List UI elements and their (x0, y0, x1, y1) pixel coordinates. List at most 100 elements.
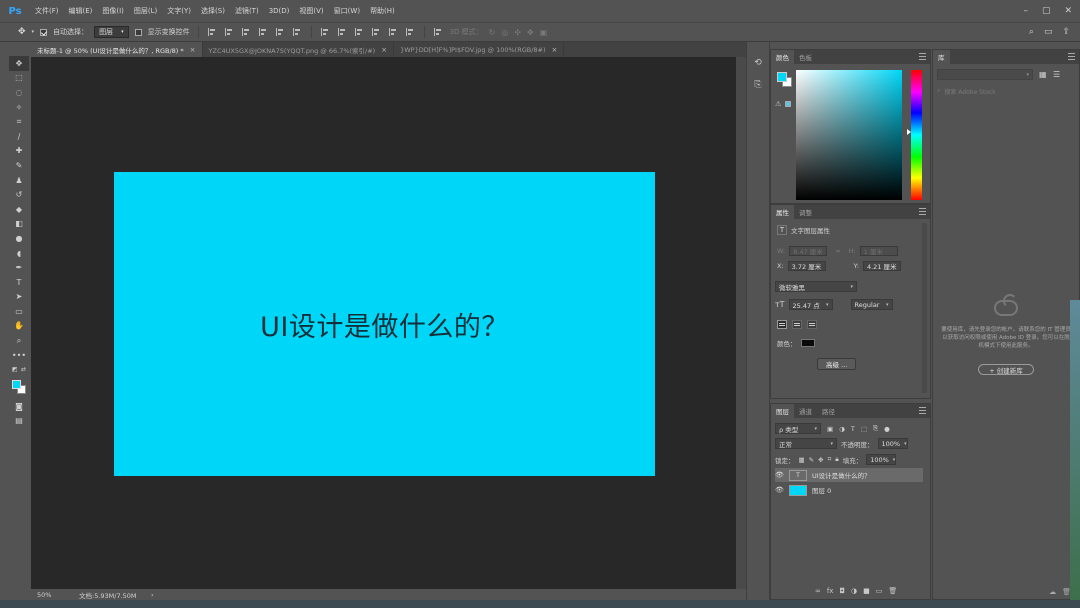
align-vcenter-icon[interactable] (224, 28, 234, 36)
history-icon[interactable]: ⟲ (747, 52, 769, 74)
close-tab-icon[interactable]: × (381, 46, 387, 54)
tab-layers[interactable]: 图层 (771, 404, 794, 418)
minimize-icon[interactable]: – (1023, 6, 1028, 16)
panel-menu-icon[interactable] (919, 407, 926, 414)
gradient-tool-icon[interactable]: ◧ (9, 217, 29, 232)
marquee-tool-icon[interactable]: ⬚ (9, 71, 29, 86)
add-mask-icon[interactable]: ◘ (839, 587, 845, 595)
search-icon[interactable]: ⌕ (1029, 27, 1034, 37)
align-top-icon[interactable] (207, 28, 217, 36)
color-swatches[interactable] (9, 377, 29, 399)
blur-tool-icon[interactable]: ● (9, 231, 29, 246)
zoom-tool-icon[interactable]: ⌕ (9, 333, 29, 348)
gamut-color-chip[interactable] (785, 101, 791, 107)
width-field[interactable]: 8.47 厘米 (789, 246, 828, 256)
layer-row-layer0[interactable]: 👁︎ 图层 0 (775, 483, 923, 497)
filter-toggle-icon[interactable]: ● (884, 425, 890, 433)
tab-libraries[interactable]: 库 (933, 50, 950, 64)
show-transform-checkbox[interactable] (134, 28, 142, 36)
library-dropdown[interactable]: ▾ (937, 69, 1033, 80)
link-layers-icon[interactable]: ∞ (815, 587, 821, 595)
align-left-icon[interactable] (258, 28, 268, 36)
lock-position-icon[interactable]: ✥ (818, 456, 823, 464)
align-center-text-button[interactable] (792, 320, 802, 329)
filter-shape-icon[interactable]: ⬚ (861, 425, 867, 433)
saturation-value-picker[interactable] (796, 70, 902, 200)
hand-tool-icon[interactable]: ✋ (9, 319, 29, 334)
status-menu-arrow-icon[interactable]: › (151, 591, 154, 599)
tab-paths[interactable]: 路径 (817, 404, 840, 418)
menu-view[interactable]: 视图(V) (294, 6, 328, 16)
layer-name[interactable]: 图层 0 (812, 485, 831, 495)
align-left-text-button[interactable] (777, 320, 787, 329)
height-field[interactable]: 1 厘米 (859, 246, 898, 256)
filter-smart-object-icon[interactable]: ⎘ (873, 424, 878, 433)
type-tool-icon[interactable]: T (9, 275, 29, 290)
font-style-dropdown[interactable]: Regular ▾ (850, 299, 893, 310)
lock-pixels-icon[interactable]: ✎ (809, 456, 814, 464)
text-color-swatch[interactable] (800, 339, 815, 347)
vertical-scrollbar[interactable] (736, 57, 746, 589)
tab-properties[interactable]: 属性 (771, 205, 794, 219)
close-tab-icon[interactable]: × (190, 46, 196, 54)
menu-help[interactable]: 帮助(H) (365, 6, 400, 16)
3d-rotate-icon[interactable]: ↻ (489, 28, 496, 37)
distribute-right-icon[interactable] (405, 28, 415, 36)
hue-slider[interactable] (911, 70, 922, 200)
screen-mode-icon[interactable]: ▤ (9, 414, 29, 429)
y-field[interactable]: 4.21 厘米 (862, 261, 901, 271)
restore-icon[interactable]: ▢ (1042, 6, 1051, 16)
magic-wand-tool-icon[interactable]: ✧ (9, 100, 29, 115)
brush-tool-icon[interactable]: ✎ (9, 158, 29, 173)
menu-select[interactable]: 选择(S) (196, 6, 230, 16)
tab-untitled-1[interactable]: 未标题-1 @ 50% (UI设计是做什么的？, RGB/8) * × (31, 42, 203, 57)
3d-pan-icon[interactable]: ✣ (514, 28, 521, 37)
auto-align-icon[interactable] (433, 28, 443, 36)
new-layer-icon[interactable]: ▭ (876, 587, 883, 595)
tool-preset-caret-icon[interactable]: ▾ (32, 29, 35, 35)
healing-brush-tool-icon[interactable]: ✚ (9, 144, 29, 159)
rectangle-tool-icon[interactable]: ▭ (9, 304, 29, 319)
close-icon[interactable]: ✕ (1064, 6, 1072, 16)
lock-artboard-icon[interactable]: ⌗ (828, 455, 832, 464)
tab-adjustments[interactable]: 调整 (794, 205, 817, 219)
panel-menu-icon[interactable] (919, 208, 926, 215)
3d-scale-icon[interactable]: ▣ (540, 28, 548, 37)
default-colors-icon[interactable]: ◩ ⇄ (9, 362, 29, 377)
swap-colors-icon[interactable]: ⇄ (21, 366, 26, 373)
menu-edit[interactable]: 编辑(E) (64, 6, 98, 16)
tab-swatches[interactable]: 色板 (794, 50, 817, 64)
font-size-dropdown[interactable]: 25.47 点 ▾ (788, 299, 833, 310)
canvas-area[interactable]: UI设计是做什么的？ (31, 57, 736, 589)
panel-menu-icon[interactable] (1068, 53, 1075, 60)
lock-all-icon[interactable]: 🔒︎ (835, 455, 838, 464)
quick-mask-icon[interactable]: ◙ (9, 399, 29, 414)
layer-row-text[interactable]: 👁︎ T UI设计是做什么的？ (775, 468, 923, 482)
filter-pixel-icon[interactable]: ▣ (827, 425, 833, 433)
tab-png-file[interactable]: YZC4UX5GX@JOKNA7S(YQQT.png @ 66.7%(索引/#)… (203, 42, 395, 57)
panel-menu-icon[interactable] (919, 53, 926, 60)
visibility-eye-icon[interactable]: 👁︎ (775, 486, 784, 494)
distribute-bottom-icon[interactable] (354, 28, 364, 36)
create-library-button[interactable]: + 创建新库 (978, 364, 1034, 375)
library-search[interactable]: ⌕ 搜索 Adobe Stock (937, 86, 1067, 96)
eraser-tool-icon[interactable]: ◆ (9, 202, 29, 217)
gamut-warning-icon[interactable]: ⚠ (775, 100, 781, 108)
align-bottom-icon[interactable] (241, 28, 251, 36)
3d-roll-icon[interactable]: ◎ (501, 28, 508, 37)
adjustment-layer-icon[interactable]: ◑ (851, 587, 857, 595)
document-canvas[interactable]: UI设计是做什么的？ (114, 172, 655, 476)
menu-type[interactable]: 文字(Y) (162, 6, 196, 16)
foreground-color-swatch[interactable] (12, 380, 21, 390)
menu-file[interactable]: 文件(F) (30, 6, 64, 16)
list-view-icon[interactable]: ☰ (1053, 70, 1060, 79)
tab-channels[interactable]: 通道 (794, 404, 817, 418)
lock-transparent-icon[interactable]: ▦ (799, 456, 805, 464)
fill-field[interactable]: 100% ▾ (866, 454, 897, 465)
lasso-tool-icon[interactable]: ◌ (9, 85, 29, 100)
opacity-field[interactable]: 100% ▾ (877, 438, 908, 449)
auto-select-dropdown[interactable]: 图层 ▾ (94, 26, 129, 38)
properties-icon[interactable]: ⎘ (747, 74, 769, 96)
sync-icon[interactable]: ☁ (1049, 588, 1056, 596)
more-tools-icon[interactable]: ••• (9, 348, 29, 363)
